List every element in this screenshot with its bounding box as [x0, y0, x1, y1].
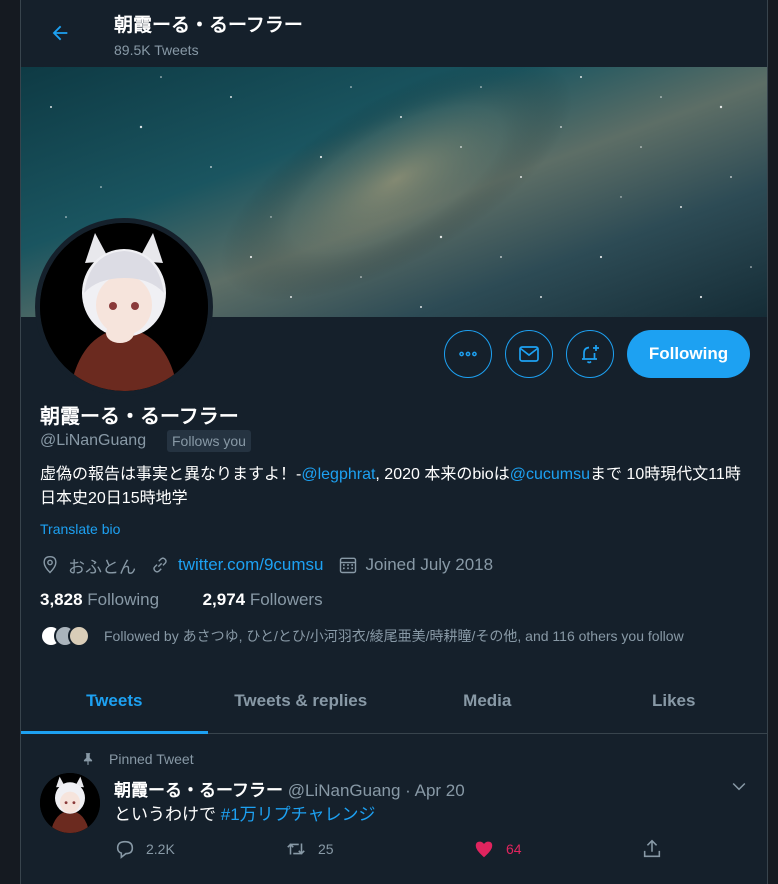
followers-count: 2,974 — [202, 590, 246, 609]
tweet-date[interactable]: · Apr 20 — [405, 781, 465, 800]
calendar-icon — [339, 557, 356, 574]
profile-tabs: Tweets Tweets & replies Media Likes — [21, 668, 767, 734]
message-button[interactable] — [505, 330, 553, 378]
bell-plus-icon — [582, 345, 599, 364]
tab-likes[interactable]: Likes — [581, 668, 768, 733]
share-icon — [643, 839, 661, 858]
retweet-count: 25 — [318, 841, 334, 857]
following-count: 3,828 — [40, 590, 83, 609]
reply-count: 2.2K — [146, 841, 175, 857]
pinned-indicator: Pinned Tweet — [81, 751, 194, 767]
tweet-text: というわけで #1万リプチャレンジ — [114, 800, 375, 825]
joined-text: Joined July 2018 — [365, 555, 494, 574]
tab-tweets[interactable]: Tweets — [21, 668, 208, 734]
reply-button[interactable]: 2.2K — [114, 838, 175, 860]
following-button[interactable]: Following — [627, 330, 750, 378]
avatar-image — [40, 223, 208, 391]
profile-bio: 虚偽の報告は事実と異なりますよ！-@legphrat, 2020 本来のbioは… — [40, 463, 756, 511]
bio-mention-cucumsu[interactable]: @cucumsu — [510, 466, 590, 483]
profile-header: 朝霞ーる・るーフラー 89.5K Tweets — [21, 0, 767, 67]
tweet-count: 89.5K Tweets — [114, 42, 199, 58]
tweet-author-handle[interactable]: @LiNanGuang — [288, 781, 401, 800]
followers-label: Followers — [249, 590, 323, 609]
link-icon — [153, 557, 167, 573]
tweet-hashtag[interactable]: #1万リプチャレンジ — [221, 805, 376, 824]
like-button[interactable]: 64 — [472, 838, 522, 860]
following-stat[interactable]: 3,828 Following — [40, 590, 159, 609]
more-icon — [459, 351, 477, 357]
bio-text-2: , 2020 本来のbioは — [375, 466, 510, 483]
tab-tweets-replies[interactable]: Tweets & replies — [208, 668, 395, 733]
bio-text-1: 虚偽の報告は事実と異なりますよ！- — [40, 466, 302, 483]
location: おふとん — [40, 553, 136, 578]
tweet-menu-button[interactable] — [729, 776, 749, 801]
tweet-header: 朝霞ーる・るーフラー @LiNanGuang · Apr 20 — [114, 776, 465, 801]
profile-name: 朝霞ーる・るーフラー — [40, 406, 239, 428]
joined-date: Joined July 2018 — [338, 555, 494, 575]
heart-filled-icon — [475, 841, 493, 858]
like-count: 64 — [506, 841, 522, 857]
profile-avatar[interactable] — [35, 218, 213, 396]
location-text: おふとん — [68, 557, 136, 577]
followed-by-text: Followed by あさつゆ, ひと/とひ/小河羽衣/綾尾亜美/時耕瞳/その… — [104, 628, 684, 644]
translate-bio-link[interactable]: Translate bio — [40, 521, 120, 537]
tweet-avatar[interactable] — [40, 773, 100, 833]
arrow-left-icon — [52, 25, 68, 41]
website: twitter.com/9cumsu — [150, 555, 324, 575]
bio-mention-legphrat[interactable]: @legphrat — [301, 466, 375, 483]
tweet-body: というわけで — [114, 805, 221, 824]
tab-media[interactable]: Media — [394, 668, 581, 733]
followed-by[interactable]: Followed by あさつゆ, ひと/とひ/小河羽衣/綾尾亜美/時耕瞳/その… — [40, 625, 684, 647]
retweet-button[interactable]: 25 — [284, 838, 334, 860]
follows-you-badge: Follows you — [167, 430, 251, 452]
chevron-down-icon — [732, 782, 746, 791]
followers-stat[interactable]: 2,974 Followers — [203, 590, 323, 609]
tweet-author-name[interactable]: 朝霞ーる・るーフラー — [114, 781, 283, 800]
back-button[interactable] — [42, 15, 78, 51]
tweet-actions: 2.2K 25 64 — [114, 838, 754, 866]
follower-avatar — [68, 625, 90, 647]
profile-handle: @LiNanGuang — [40, 432, 147, 449]
notifications-button[interactable] — [566, 330, 614, 378]
share-button[interactable] — [641, 838, 673, 860]
pin-icon — [83, 753, 93, 765]
retweet-icon — [287, 843, 305, 855]
website-link[interactable]: twitter.com/9cumsu — [178, 555, 324, 575]
header-title: 朝霞ーる・るーフラー — [114, 15, 303, 36]
follow-stats: 3,828 Following 2,974 Followers — [40, 590, 323, 610]
following-label: Following — [87, 590, 160, 609]
pinned-label: Pinned Tweet — [109, 751, 194, 767]
reply-icon — [116, 840, 134, 859]
location-pin-icon — [43, 555, 57, 574]
more-button[interactable] — [444, 330, 492, 378]
envelope-icon — [519, 346, 539, 362]
profile-meta: おふとん twitter.com/9cumsu Joined July 2018 — [40, 553, 507, 577]
profile-column: 朝霞ーる・るーフラー 89.5K Tweets Following 朝霞ーる・る… — [20, 0, 768, 884]
